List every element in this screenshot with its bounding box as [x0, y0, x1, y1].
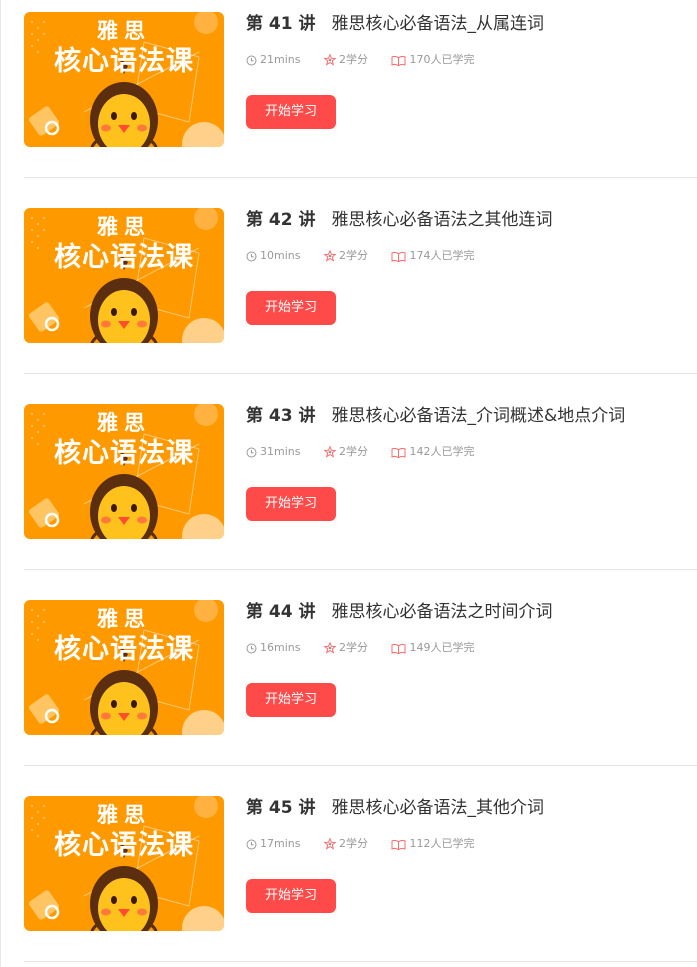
duration-text: 31mins — [260, 445, 301, 458]
thumbnail-title-line2: 核心语法课 — [54, 438, 194, 469]
duration-text: 10mins — [260, 249, 301, 262]
lesson-name: 雅思核心必备语法之时间介词 — [331, 602, 553, 622]
start-learning-button[interactable]: 开始学习 — [246, 95, 336, 129]
thumbnail-title-line1: 雅思 — [97, 803, 151, 827]
lesson-meta: 16mins 2学分 149人已学完 — [246, 640, 494, 656]
credit-meta: 2学分 — [323, 444, 368, 460]
lesson-meta: 31mins 2学分 142人已学完 — [246, 444, 494, 460]
star-icon — [323, 642, 336, 654]
clock-icon — [246, 839, 257, 849]
clock-icon — [246, 55, 257, 65]
divider — [24, 373, 697, 374]
lesson-item: 雅思 核心语法课 第 41 讲雅思核心必备语法_从属连词 21mins 2学分 … — [1, 0, 697, 196]
duration-meta: 17mins — [246, 836, 300, 852]
star-icon — [323, 250, 336, 262]
lesson-item: 雅思 核心语法课 第 43 讲雅思核心必备语法_介词概述&地点介词 31mins… — [1, 392, 697, 588]
open-book-icon — [391, 839, 406, 850]
open-book-icon — [391, 447, 406, 458]
credit-meta: 2学分 — [323, 640, 368, 656]
lesson-number: 第 44 讲 — [246, 602, 316, 622]
duration-text: 21mins — [260, 53, 301, 66]
credit-meta: 2学分 — [323, 248, 368, 264]
clock-icon — [246, 447, 257, 457]
duration-text: 16mins — [260, 641, 301, 654]
start-learning-button[interactable]: 开始学习 — [246, 487, 336, 521]
lesson-thumbnail[interactable]: 雅思 核心语法课 — [24, 12, 224, 147]
lesson-name: 雅思核心必备语法_其他介词 — [331, 798, 545, 818]
learners-meta: 170人已学完 — [391, 52, 474, 68]
credit-text: 2学分 — [338, 249, 368, 262]
lesson-thumbnail[interactable]: 雅思 核心语法课 — [24, 208, 224, 343]
start-learning-button[interactable]: 开始学习 — [246, 291, 336, 325]
learners-text: 142人已学完 — [409, 445, 475, 458]
clock-icon — [246, 643, 257, 653]
lesson-name: 雅思核心必备语法之其他连词 — [331, 210, 553, 230]
star-icon — [323, 54, 336, 66]
lesson-meta: 10mins 2学分 174人已学完 — [246, 248, 494, 264]
start-learning-button[interactable]: 开始学习 — [246, 879, 336, 913]
start-learning-button[interactable]: 开始学习 — [246, 683, 336, 717]
lesson-thumbnail[interactable]: 雅思 核心语法课 — [24, 600, 224, 735]
duration-meta: 16mins — [246, 640, 300, 656]
divider — [24, 765, 697, 766]
star-icon — [323, 446, 336, 458]
lesson-number: 第 43 讲 — [246, 406, 316, 426]
lesson-item: 雅思 核心语法课 第 44 讲雅思核心必备语法之时间介词 16mins 2学分 … — [1, 588, 697, 784]
lesson-number: 第 41 讲 — [246, 14, 316, 34]
learners-meta: 142人已学完 — [391, 444, 474, 460]
open-book-icon — [391, 643, 406, 654]
lesson-title[interactable]: 第 44 讲雅思核心必备语法之时间介词 — [246, 600, 553, 624]
learners-text: 149人已学完 — [409, 641, 475, 654]
duration-meta: 10mins — [246, 248, 300, 264]
lesson-title[interactable]: 第 41 讲雅思核心必备语法_从属连词 — [246, 12, 544, 36]
credit-meta: 2学分 — [323, 836, 368, 852]
lesson-title[interactable]: 第 42 讲雅思核心必备语法之其他连词 — [246, 208, 553, 232]
credit-text: 2学分 — [338, 53, 368, 66]
lesson-thumbnail[interactable]: 雅思 核心语法课 — [24, 796, 224, 931]
lesson-meta: 17mins 2学分 112人已学完 — [246, 836, 494, 852]
thumbnail-title-line2: 核心语法课 — [54, 242, 194, 273]
divider — [24, 569, 697, 570]
credit-text: 2学分 — [338, 837, 368, 850]
divider — [24, 177, 697, 178]
thumbnail-title-line1: 雅思 — [97, 19, 151, 43]
thumbnail-title-line2: 核心语法课 — [54, 634, 194, 665]
lesson-number: 第 42 讲 — [246, 210, 316, 230]
learners-meta: 112人已学完 — [391, 836, 474, 852]
lesson-item: 雅思 核心语法课 第 45 讲雅思核心必备语法_其他介词 17mins 2学分 … — [1, 784, 697, 967]
duration-text: 17mins — [260, 837, 301, 850]
thumbnail-title-line2: 核心语法课 — [54, 830, 194, 861]
clock-icon — [246, 251, 257, 261]
star-icon — [323, 838, 336, 850]
learners-meta: 149人已学完 — [391, 640, 474, 656]
lesson-meta: 21mins 2学分 170人已学完 — [246, 52, 494, 68]
lesson-number: 第 45 讲 — [246, 798, 316, 818]
learners-text: 174人已学完 — [409, 249, 475, 262]
duration-meta: 21mins — [246, 52, 300, 68]
lesson-thumbnail[interactable]: 雅思 核心语法课 — [24, 404, 224, 539]
lesson-list: 雅思 核心语法课 第 41 讲雅思核心必备语法_从属连词 21mins 2学分 … — [0, 0, 697, 967]
lesson-name: 雅思核心必备语法_介词概述&地点介词 — [331, 406, 626, 426]
thumbnail-title-line1: 雅思 — [97, 607, 151, 631]
lesson-title[interactable]: 第 43 讲雅思核心必备语法_介词概述&地点介词 — [246, 404, 625, 428]
open-book-icon — [391, 251, 406, 262]
thumbnail-title-line1: 雅思 — [97, 215, 151, 239]
thumbnail-title-line1: 雅思 — [97, 411, 151, 435]
learners-meta: 174人已学完 — [391, 248, 474, 264]
lesson-title[interactable]: 第 45 讲雅思核心必备语法_其他介词 — [246, 796, 544, 820]
lesson-name: 雅思核心必备语法_从属连词 — [331, 14, 545, 34]
credit-text: 2学分 — [338, 445, 368, 458]
credit-text: 2学分 — [338, 641, 368, 654]
duration-meta: 31mins — [246, 444, 300, 460]
lesson-item: 雅思 核心语法课 第 42 讲雅思核心必备语法之其他连词 10mins 2学分 … — [1, 196, 697, 392]
learners-text: 112人已学完 — [409, 837, 475, 850]
open-book-icon — [391, 55, 406, 66]
thumbnail-title-line2: 核心语法课 — [54, 46, 194, 77]
learners-text: 170人已学完 — [409, 53, 475, 66]
divider — [24, 961, 697, 962]
credit-meta: 2学分 — [323, 52, 368, 68]
